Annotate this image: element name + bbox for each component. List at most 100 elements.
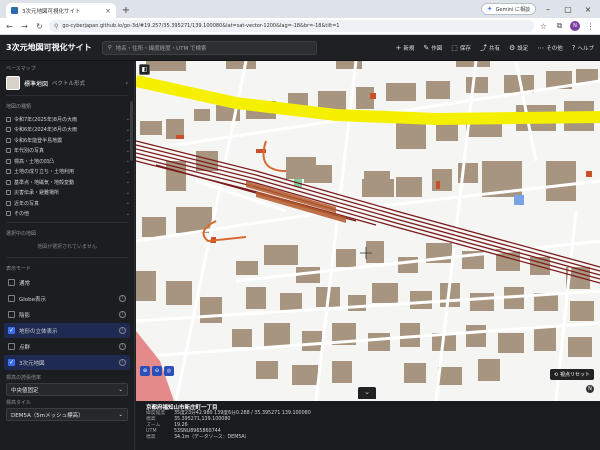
exaggeration-select[interactable]: 中央値固定 ⌄ — [6, 383, 128, 396]
address-bar[interactable]: ⚲ go-cyberjapan.github.io/go-3d/#19.257/… — [49, 20, 534, 32]
window-close-icon[interactable]: × — [580, 5, 596, 14]
reload-icon[interactable]: ↻ — [34, 22, 45, 31]
elevation-tile-select[interactable]: DEM5A（5mメッシュ標高） ⌄ — [6, 408, 128, 421]
checkbox[interactable] — [8, 311, 15, 318]
basemap-selector[interactable]: 標準地図 ベクトル形式 › — [0, 74, 134, 92]
layer-item[interactable]: 令和6年能登半島地震 ⌄ — [6, 135, 130, 146]
info-icon[interactable]: i — [119, 327, 126, 334]
mode-terrain-3d[interactable]: ✓ 地形の立体表示 i — [4, 323, 130, 338]
reset-label: 視点リセット — [559, 372, 590, 378]
layer-item[interactable]: その他 ⌄ — [6, 209, 130, 220]
share-button[interactable]: ⤴ 共有 — [480, 43, 500, 53]
mode-globe[interactable]: Globe表示 i — [4, 291, 130, 306]
info-key: 標高 — [146, 435, 156, 440]
maximize-icon[interactable]: ▢ — [560, 5, 576, 14]
sidebar-scrollbar[interactable] — [130, 101, 133, 161]
layers-heading: 地図の種類 — [6, 104, 32, 110]
mode-label: 通常 — [19, 280, 31, 287]
chevron-down-icon: ⌄ — [125, 210, 130, 217]
layer-item[interactable]: 近年の写真 ⌄ — [6, 198, 130, 209]
plus-icon: + — [395, 43, 402, 52]
new-tab-button[interactable]: + — [119, 4, 133, 18]
collapse-panel-icon[interactable]: ⌄ — [358, 387, 376, 399]
settings-button[interactable]: ⚙ 設定 — [509, 43, 528, 53]
layer-item[interactable]: 土地の成り立ち・土地利用 ⌄ — [6, 167, 130, 178]
info-icon[interactable]: i — [119, 295, 126, 302]
new-button[interactable]: + 新規 — [396, 43, 415, 53]
info-icon[interactable]: i — [119, 359, 126, 366]
reset-view-button[interactable]: ⟲ 視点リセット — [549, 369, 594, 380]
search-input[interactable]: ⚲ 地名・住所・緯度経度・UTM で検索 — [101, 40, 317, 55]
new-label: 新規 — [403, 45, 415, 52]
folder-icon — [6, 127, 11, 133]
basemap-name: 標準地図 — [24, 80, 49, 88]
sparkle-icon: ✦ — [486, 5, 493, 13]
layer-item[interactable]: 年代別の写真 ⌄ — [6, 146, 130, 157]
mode-normal[interactable]: 通常 — [4, 275, 130, 290]
layer-item[interactable]: 標高・土地の凹凸 ⌄ — [6, 156, 130, 167]
layer-label: 標高・土地の凹凸 — [14, 158, 55, 165]
mode-hillshade[interactable]: 陰影 i — [4, 307, 130, 322]
mode-label: 点群 — [19, 344, 31, 351]
reset-icon: ⟲ — [553, 371, 558, 378]
info-icon[interactable]: i — [119, 343, 126, 350]
gemini-button[interactable]: ✦ Gemini に相談 — [480, 3, 536, 15]
more-button[interactable]: ⋯ その他 — [537, 43, 563, 53]
route-outline — [262, 140, 287, 172]
browser-tabstrip: 3次元地図可視化サイト × + ✦ Gemini に相談 – ▢ × — [0, 0, 600, 18]
map-canvas[interactable]: ◧ ⊕ ⊖ ◎ ⟲ 視点リセット N ⌄ — [136, 61, 600, 401]
app-header: 3次元地図可視化サイト ⚲ 地名・住所・緯度経度・UTM で検索 + 新規 ✎ 作図… — [0, 35, 600, 61]
chevron-down-icon: ⌄ — [125, 200, 130, 207]
chevron-down-icon: ⌄ — [125, 168, 130, 175]
folder-icon — [6, 179, 11, 185]
basemap-thumbnail — [6, 76, 20, 90]
mode-3d-map[interactable]: ✓ 3次元地図 i — [4, 355, 130, 370]
chevron-down-icon: ⌄ — [125, 179, 130, 186]
layer-list: 令和7年(2025年)8月の大雨 ⌄ 令和6年(2024年)8月の大雨 ⌄ 令和6年… — [0, 112, 134, 219]
save-button[interactable]: ⬚ 保存 — [451, 43, 471, 53]
layer-item[interactable]: 災害伝承・避難場所 ⌄ — [6, 188, 130, 199]
compass-icon[interactable]: N — [586, 385, 594, 393]
locate-icon[interactable]: ◎ — [164, 366, 174, 376]
zoom-in-icon[interactable]: ⊕ — [140, 366, 150, 376]
checkbox-checked[interactable]: ✓ — [8, 327, 15, 334]
site-info-icon[interactable]: ⚲ — [54, 23, 58, 30]
profile-avatar[interactable]: N — [570, 21, 580, 31]
search-icon: ⚲ — [107, 44, 112, 51]
info-value: 34.1m（データソース：DEM5A） — [174, 435, 250, 440]
layer-label: 近年の写真 — [14, 200, 40, 207]
extensions-icon[interactable]: ⧉ — [554, 21, 565, 31]
minimize-icon[interactable]: – — [540, 5, 556, 14]
checkbox-checked[interactable]: ✓ — [8, 359, 15, 366]
layer-item[interactable]: 令和7年(2025年)8月の大雨 ⌄ — [6, 114, 130, 125]
gemini-label: Gemini に相談 — [495, 6, 530, 13]
zoom-out-icon[interactable]: ⊖ — [152, 366, 162, 376]
info-icon[interactable]: i — [119, 311, 126, 318]
close-tab-icon[interactable]: × — [105, 7, 111, 15]
back-icon[interactable]: ← — [4, 22, 15, 31]
forward-icon[interactable]: → — [19, 22, 30, 31]
app-title: 3次元地図可視化サイト — [6, 43, 92, 52]
checkbox[interactable] — [8, 343, 15, 350]
mode-pointcloud[interactable]: 点群 i — [4, 339, 130, 354]
site-favicon-icon — [11, 7, 18, 14]
help-button[interactable]: ? ヘルプ — [572, 43, 594, 53]
divider — [6, 257, 128, 258]
draw-button[interactable]: ✎ 作図 — [423, 43, 442, 53]
layer-item[interactable]: 令和6年(2024年)8月の大雨 ⌄ — [6, 125, 130, 136]
folder-icon — [6, 211, 11, 217]
bookmark-star-icon[interactable]: ☆ — [538, 22, 549, 31]
mode-label: 陰影 — [19, 312, 31, 319]
more-label: その他 — [546, 45, 563, 52]
browser-menu-icon[interactable]: ⋮ — [585, 22, 596, 31]
browser-tab[interactable]: 3次元地図可視化サイト × — [6, 3, 116, 18]
mode-label: 地形の立体表示 — [19, 328, 58, 335]
mode-label: 3次元地図 — [19, 360, 45, 367]
layer-toggle-button[interactable]: ◧ — [139, 64, 150, 75]
checkbox[interactable] — [8, 279, 15, 286]
layer-item[interactable]: 基準点・地磁気・地殻変動 ⌄ — [6, 177, 130, 188]
layer-label: 基準点・地磁気・地殻変動 — [14, 179, 75, 186]
checkbox[interactable] — [8, 295, 15, 302]
chevron-down-icon: ⌄ — [118, 386, 123, 393]
display-mode-heading: 表示モード — [6, 266, 32, 272]
